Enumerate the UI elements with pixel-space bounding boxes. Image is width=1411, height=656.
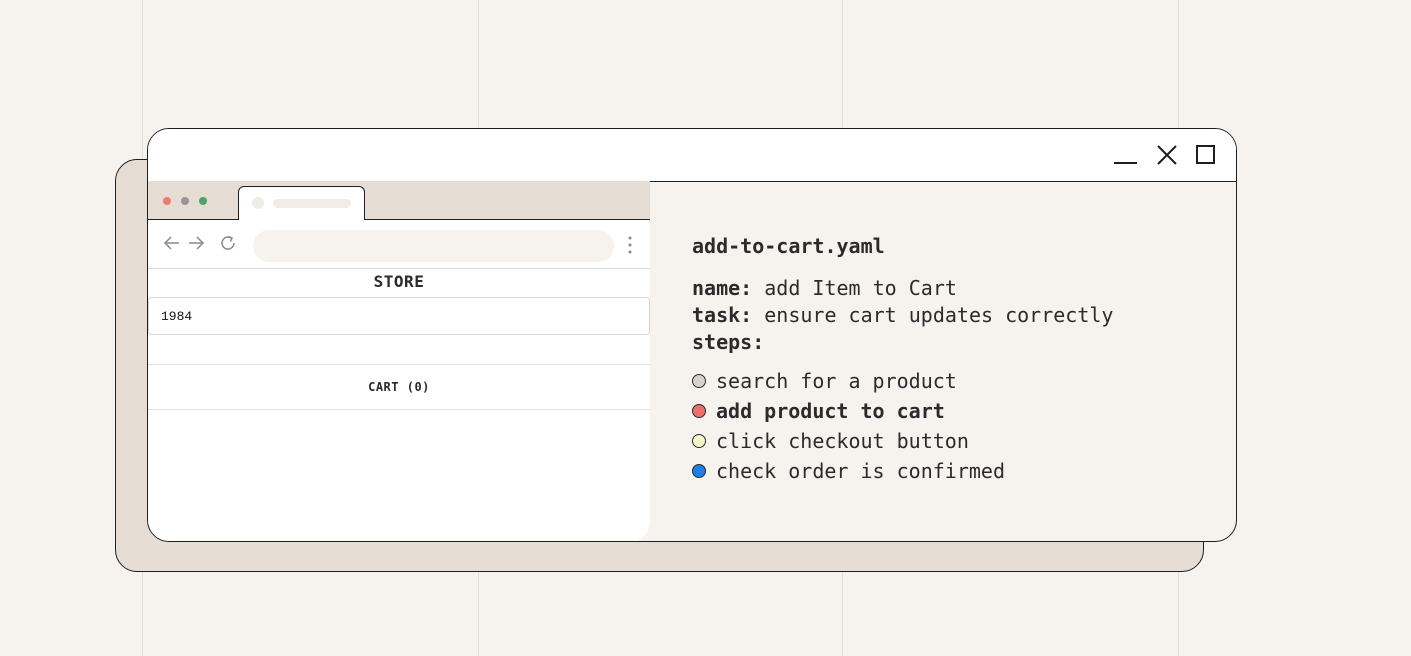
step-item: check order is confirmed	[692, 458, 1005, 484]
step-status-dot	[692, 464, 706, 478]
browser-window: STORE CART (0)	[148, 181, 650, 541]
yaml-name-value: add Item to Cart	[752, 276, 957, 300]
yaml-filename: add-to-cart.yaml	[692, 234, 885, 258]
step-status-dot	[692, 434, 706, 448]
yaml-task-line: task: ensure cart updates correctly	[692, 303, 1113, 327]
step-label: add product to cart	[716, 399, 945, 423]
address-bar[interactable]	[253, 230, 614, 262]
yaml-steps-key: steps:	[692, 330, 765, 354]
tab-favicon-icon	[252, 197, 264, 209]
maximize-icon[interactable]	[1193, 143, 1217, 167]
minimize-icon[interactable]	[1113, 143, 1137, 167]
forward-arrow-icon[interactable]	[187, 234, 205, 252]
step-status-dot	[692, 374, 706, 388]
yaml-name-key: name:	[692, 276, 753, 300]
traffic-light-zoom[interactable]	[199, 197, 207, 205]
step-label: click checkout button	[716, 429, 969, 453]
step-status-dot	[692, 404, 706, 418]
close-icon[interactable]	[1155, 143, 1179, 167]
step-item: click checkout button	[692, 428, 969, 454]
step-item: add product to cart	[692, 398, 945, 424]
more-menu-icon[interactable]	[626, 235, 634, 255]
product-search-input[interactable]	[148, 297, 650, 335]
yaml-name-line: name: add Item to Cart	[692, 276, 957, 300]
step-label: search for a product	[716, 369, 957, 393]
app-window: STORE CART (0) add-to-cart.yaml name: ad…	[147, 128, 1237, 542]
back-arrow-icon[interactable]	[163, 234, 181, 252]
traffic-light-close[interactable]	[163, 197, 171, 205]
yaml-steps-line: steps:	[692, 330, 764, 354]
window-titlebar	[148, 129, 1236, 182]
tab-title-placeholder	[273, 199, 351, 208]
traffic-light-minimize[interactable]	[181, 197, 189, 205]
reload-icon[interactable]	[219, 234, 237, 252]
yaml-task-value: ensure cart updates correctly	[752, 303, 1114, 327]
step-label: check order is confirmed	[716, 459, 1005, 483]
store-title: STORE	[373, 272, 425, 291]
browser-tab[interactable]	[238, 186, 365, 222]
cart-button[interactable]: CART (0)	[148, 364, 650, 410]
yaml-task-key: task:	[692, 303, 753, 327]
browser-tabstrip	[148, 181, 650, 222]
step-item: search for a product	[692, 368, 957, 394]
browser-toolbar	[148, 220, 650, 269]
